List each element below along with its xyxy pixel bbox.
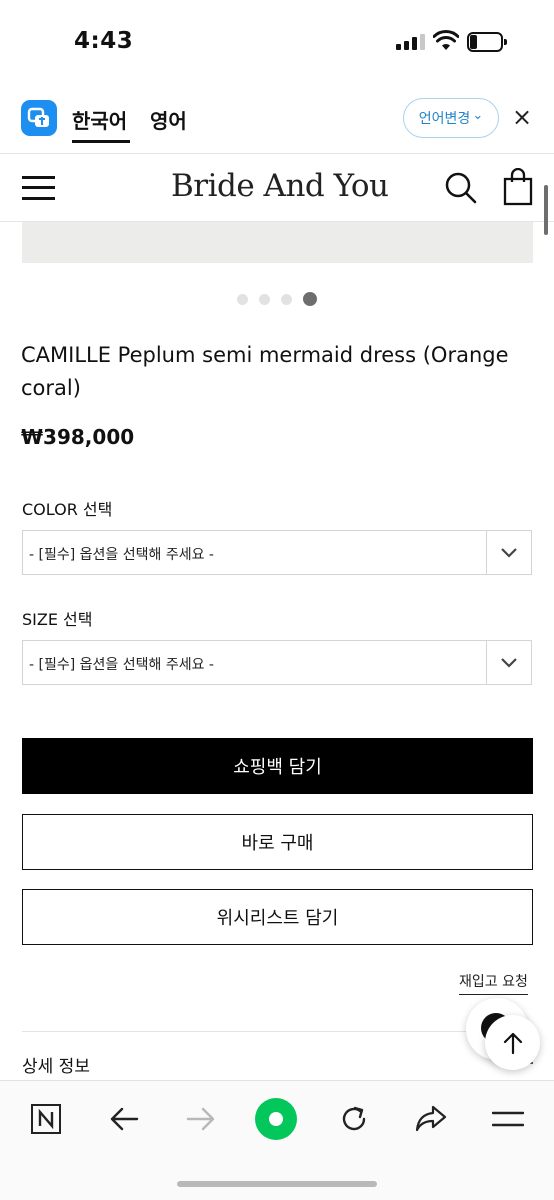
- tab-english[interactable]: 영어: [150, 105, 187, 134]
- green-home-icon[interactable]: [254, 1098, 298, 1140]
- reload-icon[interactable]: [332, 1099, 376, 1139]
- close-icon[interactable]: ×: [512, 103, 532, 131]
- buy-now-button[interactable]: 바로 구매: [22, 814, 533, 870]
- size-select[interactable]: - [필수] 옵션을 선택해 주세요 -: [22, 640, 532, 685]
- carousel-dot-active[interactable]: [303, 292, 317, 306]
- section-divider: [22, 1031, 533, 1032]
- active-tab-underline: [72, 140, 130, 143]
- home-indicator[interactable]: [177, 1181, 377, 1187]
- wifi-icon: [433, 30, 459, 50]
- share-icon[interactable]: [409, 1099, 453, 1139]
- naver-n-icon[interactable]: [24, 1099, 68, 1139]
- size-select-value: - [필수] 옵션을 선택해 주세요 -: [29, 657, 214, 673]
- wishlist-button[interactable]: 위시리스트 담기: [22, 889, 533, 945]
- back-arrow-icon[interactable]: [102, 1099, 146, 1139]
- brand-logo[interactable]: Bride And You: [171, 168, 389, 204]
- color-option-label: COLOR 선택: [22, 500, 113, 519]
- add-to-bag-button[interactable]: 쇼핑백 담기: [22, 738, 533, 794]
- hamburger-menu-icon[interactable]: [22, 176, 55, 200]
- search-icon[interactable]: [444, 171, 478, 205]
- product-price: ₩398,000: [21, 425, 135, 449]
- battery-icon: [467, 32, 507, 52]
- status-time: 4:43: [74, 28, 134, 54]
- translation-bar: 한국어 영어 언어변경 ⌄ ×: [0, 90, 554, 150]
- translator-logo-icon: [21, 100, 57, 136]
- page-scrollbar[interactable]: [544, 185, 548, 235]
- chevron-down-icon[interactable]: [486, 531, 531, 574]
- menu-icon[interactable]: [486, 1099, 530, 1139]
- product-image[interactable]: [22, 222, 533, 263]
- chevron-down-icon: ⌄: [472, 107, 484, 123]
- tab-korean[interactable]: 한국어: [72, 105, 127, 134]
- chevron-down-icon[interactable]: [486, 641, 531, 684]
- shopping-bag-icon[interactable]: [503, 168, 533, 206]
- carousel-dot[interactable]: [259, 294, 270, 305]
- forward-arrow-icon[interactable]: [179, 1099, 223, 1139]
- arrow-up-icon: [503, 1032, 522, 1054]
- change-language-label: 언어변경: [418, 111, 471, 127]
- scroll-to-top-button[interactable]: [485, 1015, 540, 1070]
- site-header: Bride And You: [0, 153, 554, 222]
- cellular-signal-icon: [396, 34, 426, 50]
- product-name: CAMILLE Peplum semi mermaid dress (Orang…: [21, 343, 509, 400]
- details-section-title[interactable]: 상세 정보: [22, 1052, 90, 1077]
- size-option-label: SIZE 선택: [22, 610, 93, 629]
- browser-toolbar: [0, 1080, 554, 1200]
- color-select[interactable]: - [필수] 옵션을 선택해 주세요 -: [22, 530, 532, 575]
- change-language-button[interactable]: 언어변경 ⌄: [403, 98, 499, 138]
- color-select-value: - [필수] 옵션을 선택해 주세요 -: [29, 547, 214, 563]
- restock-request-link[interactable]: 재입고 요청: [459, 971, 528, 995]
- status-bar: 4:43: [0, 0, 554, 80]
- carousel-dot[interactable]: [237, 294, 248, 305]
- carousel-dot[interactable]: [281, 294, 292, 305]
